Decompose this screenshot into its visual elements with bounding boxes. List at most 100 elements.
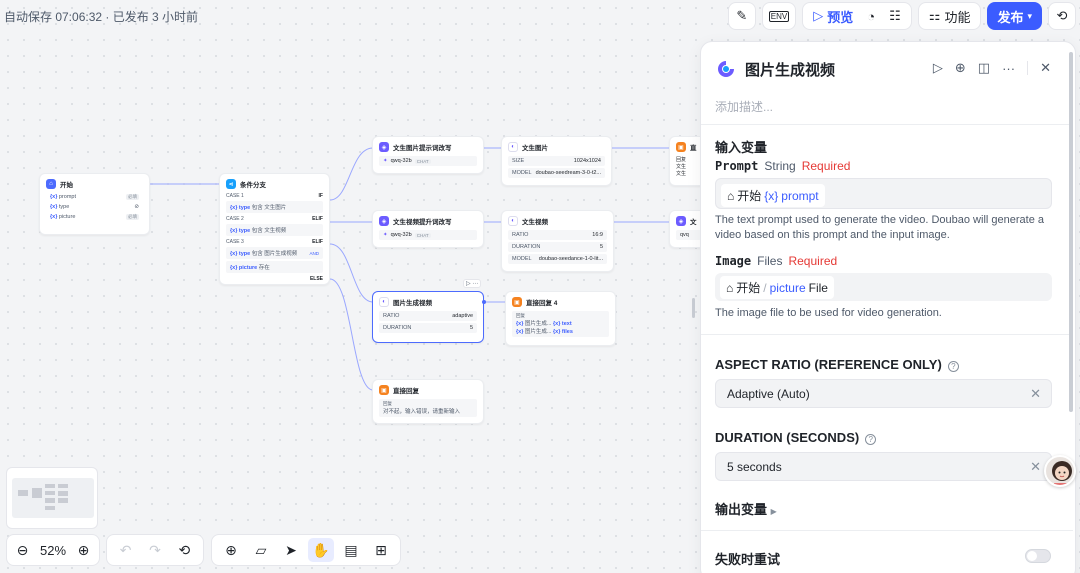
close-icon[interactable]: ✕ <box>1040 60 1051 76</box>
node-t2v[interactable]: ◐ 文生视频 RATIO 16:9 DURATION 5 MODEL doubao-se… <box>501 210 614 272</box>
zoom-out-icon[interactable]: ⊖ <box>13 538 32 562</box>
export-image-icon[interactable]: ▤ <box>338 538 364 562</box>
panel-scrollbar[interactable] <box>1069 52 1073 412</box>
node-i2v[interactable]: ◐ 图片生成视频 RATIO adaptive DURATION 5 <box>372 291 486 343</box>
retry-toggle[interactable] <box>1025 549 1051 563</box>
prompt-field[interactable]: ⌂ 开始 {x} prompt <box>715 178 1052 209</box>
version-history-button[interactable]: ⟲ <box>1048 2 1076 30</box>
history-icon[interactable]: ⟲ <box>172 538 197 562</box>
duration-select[interactable]: 5 seconds ✕ <box>715 452 1052 481</box>
reply-line: 文生 <box>676 171 687 177</box>
node-t2i[interactable]: ◐ 文生图片 SIZE 1024x1024 MODEL doubao-seedream… <box>501 136 612 186</box>
retry-label: 失败时重试 <box>715 552 781 567</box>
panel-title: 图片生成视频 <box>745 61 836 79</box>
panel-resize-handle[interactable] <box>692 298 695 318</box>
redo-icon[interactable]: ↷ <box>142 538 167 562</box>
prompt-help: The text prompt used to generate the vid… <box>715 214 1044 241</box>
condition-text: 包含 文生图片 <box>251 205 287 211</box>
env-button[interactable]: ENV <box>761 2 797 30</box>
checklist-button[interactable]: ◔ <box>861 4 881 28</box>
undo-icon[interactable]: ↶ <box>113 538 138 562</box>
ref-var: prompt <box>781 188 819 203</box>
clear-icon[interactable]: ✕ <box>1030 386 1041 402</box>
output-section-toggle[interactable]: 输出变量 ▶ <box>715 499 777 518</box>
aspect-ratio-text: ASPECT RATIO (REFERENCE ONLY) <box>715 357 942 372</box>
hand-icon[interactable]: ✋ <box>308 538 334 562</box>
var-name: prompt <box>58 194 76 200</box>
variable-reference[interactable]: ⌂ 开始 / picture File <box>720 276 834 299</box>
more-icon[interactable]: ··· <box>1002 61 1015 76</box>
llm-icon: ◈ <box>676 216 686 226</box>
param-label: MODEL <box>512 170 532 176</box>
list-button[interactable]: ☷ <box>883 4 907 28</box>
model-chip: CHAT <box>414 158 431 164</box>
param-label: RATIO <box>512 232 529 238</box>
model-name: qwq-32b <box>390 232 412 238</box>
input-section-title: 输入变量 <box>715 140 768 155</box>
description-input[interactable]: 添加描述... <box>715 98 773 115</box>
aspect-ratio-select[interactable]: Adaptive (Auto) ✕ <box>715 379 1052 408</box>
doubao-logo-icon: ◐ <box>379 297 389 307</box>
node-t2i-prompt[interactable]: ◈ 文生图片提示词改写 ✦ qwq-32b CHAT <box>372 136 484 174</box>
reply-icon: ▣ <box>512 297 522 307</box>
features-label: 功能 <box>944 9 971 25</box>
edit-icon: ✎ <box>736 8 748 23</box>
node-t2v-prompt[interactable]: ◈ 文生视频提升词改写 ✦ qwq-32b CHAT <box>372 210 484 248</box>
param-value: 16:9 <box>592 232 603 238</box>
auto-layout-icon[interactable]: ⊞ <box>368 538 394 562</box>
reply-icon: ▣ <box>676 142 686 152</box>
home-icon: ⌂ <box>726 280 734 295</box>
output-port[interactable] <box>482 300 486 304</box>
add-node-icon[interactable]: ⊕ <box>218 538 244 562</box>
pointer-icon[interactable]: ➤ <box>278 538 304 562</box>
var-name: type <box>238 205 251 211</box>
link-icon: ⊘ <box>134 204 139 210</box>
feedback-button[interactable]: ✎ <box>727 2 756 30</box>
node-start[interactable]: ⌂ 开始 {x} prompt 必填 {x} type ⊘ {x} picture 必填 <box>39 173 150 235</box>
play-icon: ▷ <box>813 8 824 23</box>
run-icon[interactable]: ▷ <box>466 281 471 287</box>
node-reply[interactable]: ▣ 直接回复 回复 对不起，输入错误，请重新输入 <box>372 379 484 424</box>
node-condition[interactable]: ⋖ 条件分支 CASE 1 IF {x} type 包含 文生图片 CASE 2 EL… <box>219 173 330 285</box>
node-title: 直接回复 <box>393 388 419 395</box>
node-title: 文生图片 <box>522 145 548 152</box>
preview-label: 预览 <box>827 9 854 25</box>
features-button[interactable]: ⚏ 功能 <box>917 2 982 30</box>
zoom-level[interactable]: 52% <box>36 543 70 558</box>
model-chip: CHAT <box>414 232 431 238</box>
run-icon[interactable]: ▷ <box>933 60 943 76</box>
ref-separator: / <box>763 280 767 295</box>
clear-icon[interactable]: ✕ <box>1030 459 1041 475</box>
param-label: MODEL <box>512 256 532 262</box>
node-title: 图片生成视频 <box>393 300 432 307</box>
variable-reference[interactable]: ⌂ 开始 {x} prompt <box>721 184 825 207</box>
assistant-avatar[interactable] <box>1044 455 1076 487</box>
publish-button[interactable]: 发布 ▾ <box>987 2 1042 30</box>
help-icon[interactable]: ? <box>947 361 959 372</box>
ref-var: picture <box>769 280 806 295</box>
preview-group: ▷ 预览 ◔ ☷ <box>802 2 912 30</box>
zoom-in-icon[interactable]: ⊕ <box>74 538 93 562</box>
param-value: doubao-seedance-1-0-lit... <box>538 256 603 262</box>
select-value: 5 seconds <box>727 460 782 474</box>
locate-icon[interactable]: ⊕ <box>955 60 966 76</box>
minimap[interactable] <box>6 467 98 529</box>
ref-node: 开始 <box>736 281 761 295</box>
add-note-icon[interactable]: ▱ <box>248 538 274 562</box>
node-reply4[interactable]: ▣ 直接回复 4 回复 {x} 图片生成... {x} text {x} 图片生成… <box>505 291 616 346</box>
node-i2v-actions[interactable]: ▷ ··· <box>463 279 482 288</box>
reply-icon: ▣ <box>379 385 389 395</box>
history-icon: ⟲ <box>1056 8 1068 23</box>
param-value: 5 <box>599 244 603 250</box>
more-icon[interactable]: ··· <box>472 281 478 287</box>
publish-label: 发布 <box>997 9 1024 25</box>
image-field[interactable]: ⌂ 开始 / picture File <box>715 273 1052 301</box>
help-icon[interactable]: ? <box>865 434 877 445</box>
reply-line: 文生 <box>676 164 687 170</box>
required-label: Required <box>788 254 838 268</box>
model-icon: ✦ <box>383 158 388 164</box>
env-icon: ENV <box>768 10 790 22</box>
split-view-icon[interactable]: ◫ <box>978 60 990 76</box>
preview-button[interactable]: ▷ 预览 <box>807 4 859 28</box>
model-name: qvq <box>680 232 689 238</box>
